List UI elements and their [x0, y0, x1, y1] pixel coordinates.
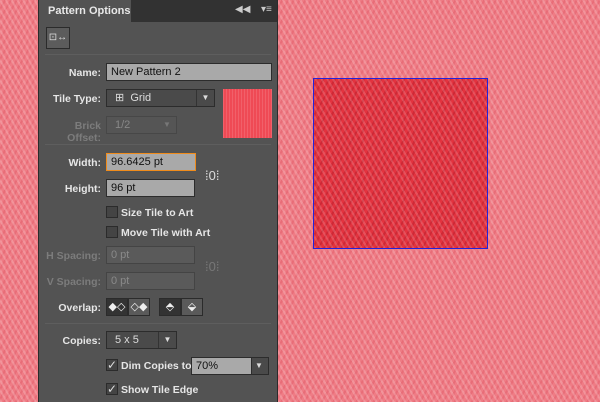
overlap-top-in-front-icon[interactable]: ⬘: [159, 298, 181, 316]
copies-value: 5 x 5: [115, 334, 139, 346]
size-tile-to-art-label: Size Tile to Art: [121, 207, 194, 219]
width-input[interactable]: 96.6425 pt: [106, 153, 196, 171]
dim-copies-checkbox[interactable]: ✓: [106, 359, 118, 371]
link-icon[interactable]: ⁞0⁞: [205, 259, 219, 274]
h-spacing-input[interactable]: 0 pt: [106, 246, 195, 264]
h-spacing-label: H Spacing:: [46, 250, 101, 262]
copies-label: Copies:: [62, 335, 101, 347]
name-input[interactable]: New Pattern 2: [106, 63, 272, 81]
move-tile-with-art-label: Move Tile with Art: [121, 227, 211, 239]
brick-offset-value: 1/2: [115, 119, 131, 131]
divider: [45, 54, 271, 55]
overlap-left-in-front-icon[interactable]: ◆◇: [106, 298, 128, 316]
tile-preview: [223, 89, 272, 138]
height-input[interactable]: 96 pt: [106, 179, 195, 197]
grid-icon: ⊞: [115, 92, 125, 104]
divider: [45, 144, 271, 145]
link-icon[interactable]: ⁞0⁞: [205, 168, 219, 183]
divider: [45, 323, 271, 324]
show-tile-edge-checkbox[interactable]: ✓: [106, 383, 118, 395]
chevron-down-icon: ▼: [158, 332, 176, 348]
name-label: Name:: [68, 67, 101, 79]
pattern-tile[interactable]: [313, 78, 488, 249]
chevron-down-icon: ▼: [196, 90, 214, 106]
size-tile-to-art-checkbox[interactable]: [106, 206, 118, 218]
dim-copies-label: Dim Copies to:: [121, 360, 196, 372]
width-label: Width:: [68, 157, 101, 169]
height-label: Height:: [64, 183, 101, 195]
tab-pattern-options[interactable]: Pattern Options: [39, 0, 131, 22]
dim-copies-dropdown[interactable]: ▼: [251, 357, 269, 375]
tile-type-label: Tile Type:: [52, 93, 101, 105]
panel-menu-icon[interactable]: ▾≡: [261, 4, 272, 15]
show-tile-edge-label: Show Tile Edge: [121, 384, 199, 396]
overlap-bottom-in-front-icon[interactable]: ⬙: [181, 298, 203, 316]
v-spacing-input[interactable]: 0 pt: [106, 272, 195, 290]
panel-tabbar: Pattern Options ◀◀ ▾≡: [39, 0, 277, 22]
overlap-right-in-front-icon[interactable]: ◇◆: [128, 298, 150, 316]
move-tile-with-art-checkbox[interactable]: [106, 226, 118, 238]
tile-type-select[interactable]: ⊞ Grid ▼: [106, 89, 215, 107]
brick-offset-select[interactable]: 1/2 ▼: [106, 116, 177, 134]
chevron-down-icon: ▼: [163, 120, 171, 129]
overlap-label: Overlap:: [58, 302, 101, 314]
v-spacing-label: V Spacing:: [46, 276, 101, 288]
dim-copies-input[interactable]: 70%: [191, 357, 252, 375]
copies-select[interactable]: 5 x 5 ▼: [106, 331, 177, 349]
brick-offset-label: Brick Offset:: [67, 120, 101, 144]
double-chevron-left-icon[interactable]: ◀◀: [235, 4, 250, 15]
pattern-tile-tool-icon[interactable]: ⊡↔: [46, 27, 70, 49]
tile-type-value: Grid: [130, 92, 152, 104]
chevron-down-icon: ▼: [255, 361, 263, 370]
pattern-options-panel: Pattern Options ◀◀ ▾≡ ⊡↔ Name: New Patte…: [38, 0, 278, 402]
